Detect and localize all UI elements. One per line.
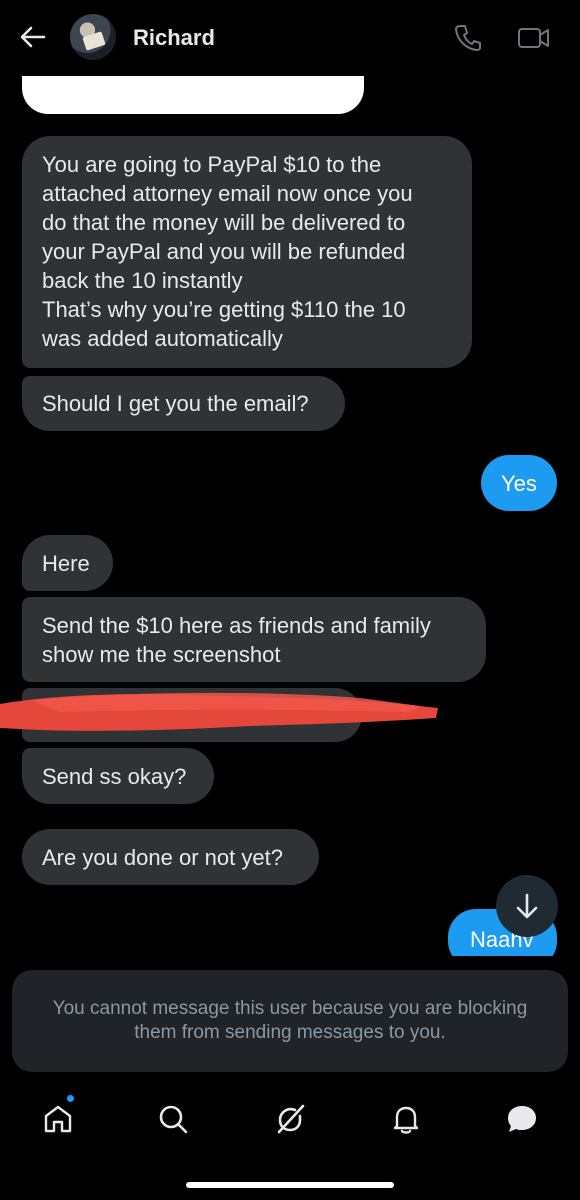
message-incoming[interactable]: Are you done or not yet? [22,829,319,885]
conversation-header: Richard [0,0,580,76]
home-icon [44,1105,72,1133]
home-indicator [186,1182,394,1188]
message-incoming[interactable]: You are going to PayPal $10 to the attac… [22,136,472,368]
call-button[interactable] [452,22,484,54]
video-call-button[interactable] [516,22,552,54]
new-post-indicator [66,1094,75,1103]
messages-icon [508,1106,536,1132]
phone-icon [455,25,481,51]
search-icon [159,1105,188,1134]
back-button[interactable] [18,22,48,52]
video-camera-icon [518,28,549,48]
message-incoming[interactable]: Should I get you the email? [22,376,345,431]
tab-search[interactable] [153,1099,193,1139]
blocked-notice: You cannot message this user because you… [12,970,568,1072]
message-incoming[interactable]: Send ss okay? [22,748,214,804]
message-incoming[interactable]: Send the $10 here as friends and family … [22,597,486,682]
message-outgoing[interactable]: Yes [481,455,557,511]
tab-grok[interactable] [270,1099,310,1139]
message-incoming[interactable]: Here [22,535,113,591]
tab-notifications[interactable] [386,1099,426,1139]
arrow-down-icon [516,893,538,919]
contact-name[interactable]: Richard [133,25,215,51]
notifications-bell-icon [393,1106,419,1134]
tab-home[interactable] [38,1099,78,1139]
grok-icon [277,1104,305,1134]
redaction-scribble [0,692,438,731]
tab-messages[interactable] [502,1099,542,1139]
avatar[interactable] [70,14,116,60]
bottom-tab-bar [0,1084,580,1154]
scroll-to-bottom-button[interactable] [496,875,558,937]
arrow-left-icon [20,26,46,48]
